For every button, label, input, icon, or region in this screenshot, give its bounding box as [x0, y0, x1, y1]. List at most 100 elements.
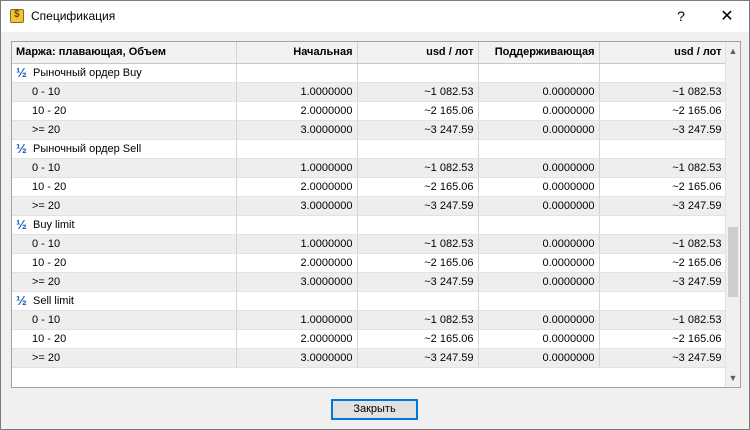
- value-cell: 3.0000000: [236, 120, 358, 140]
- empty-cell: [599, 139, 727, 159]
- collapse-group-icon[interactable]: ½: [16, 293, 30, 308]
- table-body: ½ Рыночный ордер Buy 0 - 10 1.0000000 ~1 082…: [12, 63, 727, 368]
- value-cell: ~3 247.59: [357, 196, 479, 216]
- value-cell: ~3 247.59: [599, 196, 727, 216]
- table-row[interactable]: 0 - 10 1.0000000 ~1 082.53 0.0000000 ~1 082.…: [12, 234, 727, 254]
- table-row[interactable]: >= 20 3.0000000 ~3 247.59 0.0000000 ~3 247.5…: [12, 348, 727, 368]
- value-cell: 0.0000000: [478, 177, 600, 197]
- empty-cell: [599, 215, 727, 235]
- group-row[interactable]: ½ Sell limit: [12, 291, 727, 311]
- table-row[interactable]: >= 20 3.0000000 ~3 247.59 0.0000000 ~3 247.5…: [12, 272, 727, 292]
- empty-cell: [599, 291, 727, 311]
- close-button[interactable]: Закрыть: [331, 399, 418, 420]
- volume-range-cell: >= 20: [12, 348, 237, 368]
- value-cell: 0.0000000: [478, 310, 600, 330]
- value-cell: ~2 165.06: [599, 177, 727, 197]
- empty-cell: [357, 139, 479, 159]
- value-cell: ~2 165.06: [357, 329, 479, 349]
- value-cell: 1.0000000: [236, 82, 358, 102]
- value-cell: 0.0000000: [478, 101, 600, 121]
- empty-cell: [478, 139, 600, 159]
- empty-cell: [236, 215, 358, 235]
- table-row[interactable]: 0 - 10 1.0000000 ~1 082.53 0.0000000 ~1 082.…: [12, 82, 727, 102]
- value-cell: ~1 082.53: [357, 310, 479, 330]
- value-cell: 2.0000000: [236, 101, 358, 121]
- table-row[interactable]: 10 - 20 2.0000000 ~2 165.06 0.0000000 ~2 165…: [12, 253, 727, 273]
- volume-range-cell: 0 - 10: [12, 158, 237, 178]
- volume-range-cell: >= 20: [12, 272, 237, 292]
- value-cell: ~2 165.06: [599, 253, 727, 273]
- value-cell: 0.0000000: [478, 329, 600, 349]
- volume-range-cell: 10 - 20: [12, 329, 237, 349]
- table-row[interactable]: 10 - 20 2.0000000 ~2 165.06 0.0000000 ~2 165…: [12, 329, 727, 349]
- empty-cell: [236, 63, 358, 83]
- value-cell: 0.0000000: [478, 158, 600, 178]
- group-name: Sell limit: [33, 295, 74, 307]
- volume-range-cell: 0 - 10: [12, 310, 237, 330]
- value-cell: 1.0000000: [236, 310, 358, 330]
- column-header-maintenance[interactable]: Поддерживающая: [478, 42, 600, 64]
- table-row[interactable]: 0 - 10 1.0000000 ~1 082.53 0.0000000 ~1 082.…: [12, 158, 727, 178]
- collapse-group-icon[interactable]: ½: [16, 141, 30, 156]
- value-cell: 0.0000000: [478, 82, 600, 102]
- group-name-cell: ½ Sell limit: [12, 291, 237, 311]
- table-row[interactable]: >= 20 3.0000000 ~3 247.59 0.0000000 ~3 247.5…: [12, 196, 727, 216]
- table-header-row: Маржа: плавающая, Объем Начальная usd / …: [12, 42, 727, 64]
- vertical-scrollbar[interactable]: ▲ ▼: [725, 42, 740, 387]
- value-cell: 0.0000000: [478, 120, 600, 140]
- scroll-down-icon[interactable]: ▼: [726, 371, 740, 385]
- group-row[interactable]: ½ Рыночный ордер Sell: [12, 139, 727, 159]
- volume-range-cell: 10 - 20: [12, 253, 237, 273]
- scrollbar-thumb[interactable]: [728, 227, 738, 297]
- empty-cell: [599, 63, 727, 83]
- value-cell: 1.0000000: [236, 158, 358, 178]
- collapse-group-icon[interactable]: ½: [16, 65, 30, 80]
- value-cell: ~3 247.59: [357, 272, 479, 292]
- specification-dialog: Спецификация ? ✕ Маржа: плавающая, Объем…: [0, 0, 750, 430]
- value-cell: 0.0000000: [478, 272, 600, 292]
- help-button[interactable]: ?: [659, 1, 703, 32]
- value-cell: ~3 247.59: [599, 348, 727, 368]
- column-header-usd-lot-maintenance[interactable]: usd / лот: [599, 42, 727, 64]
- value-cell: 0.0000000: [478, 234, 600, 254]
- value-cell: 2.0000000: [236, 177, 358, 197]
- value-cell: ~3 247.59: [599, 120, 727, 140]
- empty-cell: [236, 291, 358, 311]
- value-cell: 0.0000000: [478, 348, 600, 368]
- specification-table[interactable]: Маржа: плавающая, Объем Начальная usd / …: [11, 41, 741, 388]
- group-row[interactable]: ½ Buy limit: [12, 215, 727, 235]
- table-row[interactable]: 10 - 20 2.0000000 ~2 165.06 0.0000000 ~2 165…: [12, 177, 727, 197]
- volume-range-cell: 0 - 10: [12, 82, 237, 102]
- value-cell: 0.0000000: [478, 253, 600, 273]
- value-cell: 2.0000000: [236, 253, 358, 273]
- table-row[interactable]: 10 - 20 2.0000000 ~2 165.06 0.0000000 ~2 165…: [12, 101, 727, 121]
- value-cell: 1.0000000: [236, 234, 358, 254]
- value-cell: 3.0000000: [236, 348, 358, 368]
- window-title: Спецификация: [31, 9, 116, 23]
- group-name-cell: ½ Рыночный ордер Buy: [12, 63, 237, 83]
- group-name-cell: ½ Рыночный ордер Sell: [12, 139, 237, 159]
- value-cell: ~2 165.06: [599, 101, 727, 121]
- group-name: Рыночный ордер Sell: [33, 143, 142, 155]
- scroll-up-icon[interactable]: ▲: [726, 44, 740, 58]
- table-row[interactable]: >= 20 3.0000000 ~3 247.59 0.0000000 ~3 247.5…: [12, 120, 727, 140]
- value-cell: ~3 247.59: [357, 120, 479, 140]
- empty-cell: [478, 291, 600, 311]
- empty-cell: [478, 63, 600, 83]
- volume-range-cell: >= 20: [12, 120, 237, 140]
- collapse-group-icon[interactable]: ½: [16, 217, 30, 232]
- group-row[interactable]: ½ Рыночный ордер Buy: [12, 63, 727, 83]
- group-name-cell: ½ Buy limit: [12, 215, 237, 235]
- column-header-margin-volume[interactable]: Маржа: плавающая, Объем: [12, 42, 237, 64]
- value-cell: ~3 247.59: [357, 348, 479, 368]
- value-cell: ~2 165.06: [599, 329, 727, 349]
- value-cell: 3.0000000: [236, 272, 358, 292]
- table-row[interactable]: 0 - 10 1.0000000 ~1 082.53 0.0000000 ~1 082.…: [12, 310, 727, 330]
- close-window-button[interactable]: ✕: [705, 1, 749, 32]
- value-cell: ~2 165.06: [357, 177, 479, 197]
- empty-cell: [478, 215, 600, 235]
- title-bar: Спецификация ? ✕: [1, 1, 749, 32]
- column-header-usd-lot-initial[interactable]: usd / лот: [357, 42, 479, 64]
- column-header-initial[interactable]: Начальная: [236, 42, 358, 64]
- group-name: Рыночный ордер Buy: [33, 67, 142, 79]
